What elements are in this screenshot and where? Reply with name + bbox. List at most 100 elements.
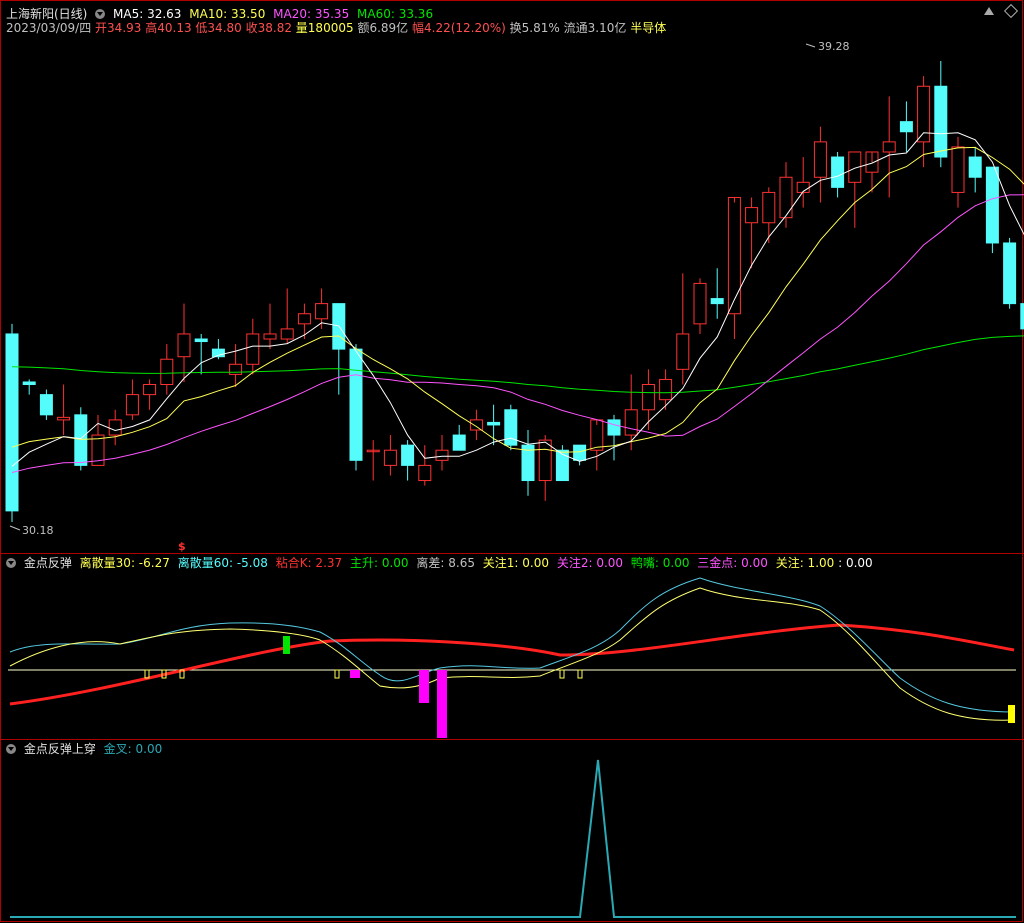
candle-down [934, 85, 948, 158]
focus-tick [577, 669, 583, 679]
quote-line: 2023/03/09/四 开34.93 高40.13 低34.80 收38.82… [6, 20, 670, 36]
high-label: 高40.13 [145, 21, 192, 35]
indicator-value: 关注2: 0.00 [556, 556, 624, 570]
candle-down [22, 381, 36, 386]
candle-up [125, 394, 139, 416]
candle-up [435, 449, 449, 461]
candle-up [280, 328, 294, 340]
amount-label: 额6.89亿 [357, 21, 409, 35]
change-label: 幅4.22(12.20%) [412, 21, 506, 35]
candle-up [297, 313, 311, 325]
panel2-title[interactable]: 金点反弹 [24, 556, 72, 570]
low-price-pointer [9, 525, 21, 531]
focus2-bar [350, 670, 360, 678]
indicator-value: 鸭嘴: 0.00 [630, 556, 690, 570]
date-label: 2023/03/09/四 [6, 21, 92, 35]
indicator-value: 离散量30: -6.27 [79, 556, 170, 570]
low-price-label: 30.18 [22, 524, 54, 537]
ma60-label: MA60: 33.36 [357, 7, 434, 21]
adhesion-k-line [9, 623, 1015, 706]
signal-marker: $ [178, 540, 186, 553]
indicator-value: 离差: 8.65 [416, 556, 475, 570]
dispersion-30-line [9, 587, 1015, 721]
candle-up [469, 419, 483, 431]
focus2-bar [437, 670, 447, 738]
candle-down [899, 121, 913, 133]
panel3-title[interactable]: 金点反弹上穿 [24, 742, 96, 756]
focus2-bar [419, 670, 429, 703]
candle-down [710, 298, 724, 305]
candle-up [263, 333, 277, 340]
focus-bar [1008, 705, 1015, 723]
candle-down [194, 338, 208, 343]
turnover-label: 换5.81% [509, 21, 560, 35]
candle-down [968, 156, 982, 178]
indicator-value: 离散量60: -5.08 [177, 556, 268, 570]
indicator-value: 粘合K: 2.37 [275, 556, 343, 570]
panel2-header: 金点反弹 离散量30: -6.27 离散量60: -5.08 粘合K: 2.37… [6, 555, 877, 571]
golden-cross-line [10, 759, 1016, 918]
sector-label[interactable]: 半导体 [630, 21, 666, 35]
candle-down [1003, 242, 1017, 305]
candle-up [624, 409, 638, 436]
ma20-line [11, 194, 1024, 473]
indicator-value: 三金点: 0.00 [697, 556, 768, 570]
chart-canvas: 39.28 30.18 $ [0, 0, 1024, 922]
dispersion-60-line [9, 577, 1015, 713]
focus-tick [334, 669, 340, 679]
chevron-down-icon[interactable] [95, 9, 106, 19]
stock-title[interactable]: 上海新阳(日线) [6, 7, 87, 21]
candle-up [143, 384, 157, 396]
candle-up [108, 419, 122, 436]
candle-down [39, 394, 53, 416]
indicator-value: 主升: 0.00 [349, 556, 409, 570]
candle-down [5, 333, 19, 512]
high-price-pointer [805, 43, 816, 48]
triangle-icon[interactable] [984, 7, 994, 15]
ma20-label: MA20: 35.35 [273, 7, 350, 21]
candle-down [74, 414, 88, 466]
ma10-label: MA10: 33.50 [189, 7, 266, 21]
candle-up [659, 378, 673, 401]
candle-up [315, 303, 329, 320]
candle-up [229, 363, 243, 375]
indicator-value: 关注1: 0.00 [482, 556, 550, 570]
candle-up [160, 358, 174, 386]
open-label: 开34.93 [95, 21, 142, 35]
chart-border [0, 0, 1023, 922]
candle-up [779, 176, 793, 219]
candle-up [882, 141, 896, 153]
main-rise-bar [283, 636, 290, 654]
candle-up [676, 333, 690, 370]
candle-down [573, 444, 587, 461]
candle-up [693, 282, 707, 325]
candle-down [401, 444, 415, 466]
candle-up [727, 196, 741, 315]
candle-up [951, 146, 965, 193]
candle-down [831, 156, 845, 188]
candle-up [177, 333, 191, 358]
candle-down [985, 166, 999, 244]
indicator-value: 关注: 1.00 [775, 556, 835, 570]
chevron-down-icon[interactable] [6, 744, 16, 754]
chevron-down-icon[interactable] [6, 558, 16, 568]
candle-down [349, 348, 363, 461]
candle-up [538, 439, 552, 482]
close-label: 收38.82 [245, 21, 292, 35]
candle-up [745, 207, 759, 224]
candle-up [762, 191, 776, 224]
candle-up [57, 416, 71, 421]
focus-tick [559, 669, 565, 679]
candle-down [607, 419, 621, 436]
panel3-header: 金点反弹上穿 金叉: 0.00 [6, 741, 166, 757]
low-label: 低34.80 [195, 21, 242, 35]
ma5-label: MA5: 32.63 [113, 7, 182, 21]
indicator-value: : 0.00 [838, 556, 873, 570]
candle-up [641, 384, 655, 411]
candle-up [246, 333, 260, 365]
ma60-line [11, 335, 1024, 394]
candle-up [418, 464, 432, 482]
candle-up [813, 141, 827, 178]
candle-up [383, 449, 397, 466]
ma10-line [11, 146, 1024, 453]
